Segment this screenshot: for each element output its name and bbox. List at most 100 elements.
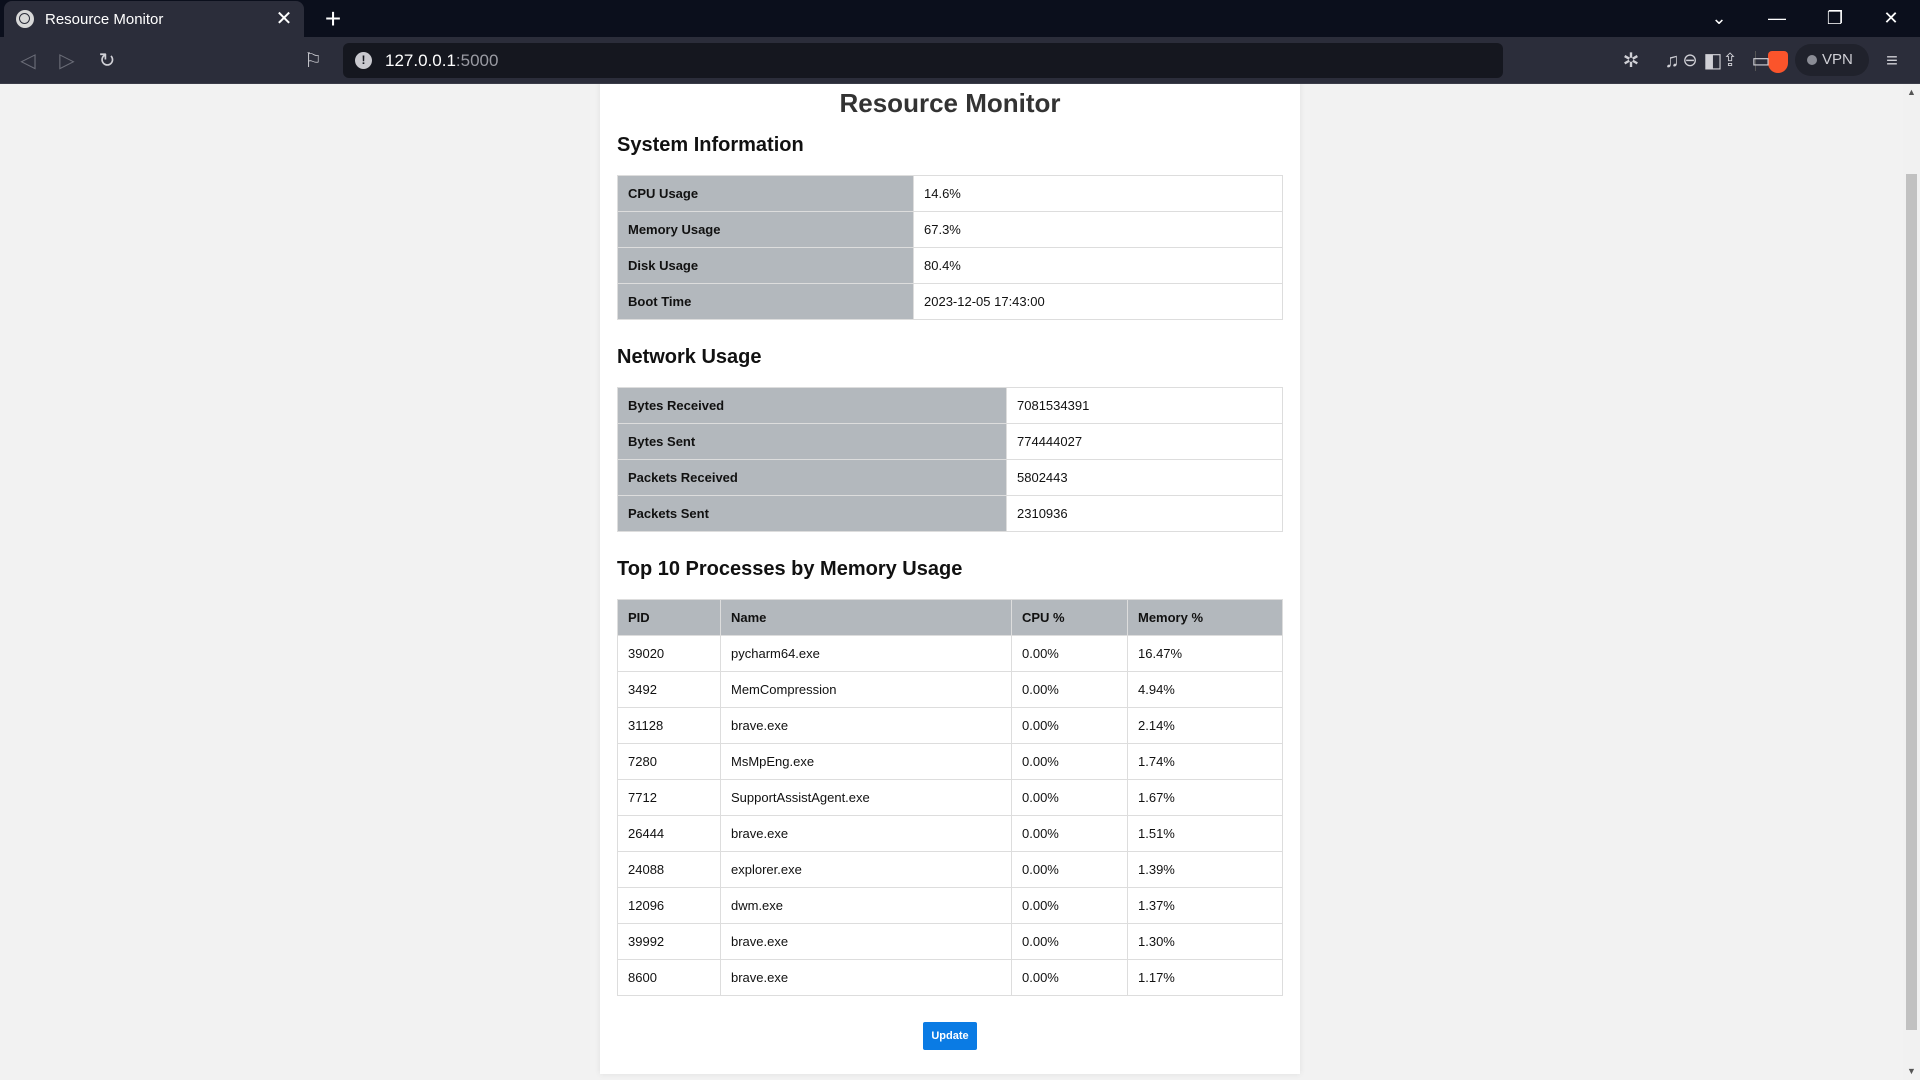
- scroll-down-arrow-icon[interactable]: ▼: [1903, 1063, 1920, 1080]
- table-row: 7712 SupportAssistAgent.exe 0.00% 1.67%: [617, 779, 1283, 816]
- table-key: Boot Time: [617, 283, 914, 320]
- tab-strip: Resource Monitor ✕ + ⌄ — ❐ ✕: [0, 0, 1920, 37]
- pid-cell: 3492: [617, 671, 721, 708]
- tab-search-chevron-icon[interactable]: ⌄: [1690, 0, 1748, 37]
- table-key: CPU Usage: [617, 175, 914, 212]
- pid-cell: 7280: [617, 743, 721, 780]
- table-row: 8600 brave.exe 0.00% 1.17%: [617, 959, 1283, 996]
- name-cell: SupportAssistAgent.exe: [720, 779, 1012, 816]
- page-title: Resource Monitor: [839, 88, 1061, 118]
- restore-button[interactable]: ❐: [1806, 0, 1864, 37]
- name-cell: brave.exe: [720, 959, 1012, 996]
- url-text[interactable]: 127.0.0.1:5000: [385, 51, 498, 71]
- table-row: Packets Sent 2310936: [617, 495, 1283, 532]
- table-value: 774444027: [1006, 423, 1283, 460]
- browser-toolbar: ◁ ▷ ↻ ⚐ ! 127.0.0.1:5000 ⊖ ⇪ ✲ ♫ ◧ ▭ VPN…: [0, 37, 1920, 84]
- memory-cell: 4.94%: [1127, 671, 1283, 708]
- name-cell: dwm.exe: [720, 887, 1012, 924]
- scroll-up-arrow-icon[interactable]: ▲: [1903, 84, 1920, 101]
- table-row: Boot Time 2023-12-05 17:43:00: [617, 283, 1283, 320]
- pid-cell: 39992: [617, 923, 721, 960]
- pid-cell: 12096: [617, 887, 721, 924]
- scrollbar-thumb[interactable]: [1906, 174, 1917, 1030]
- memory-cell: 2.14%: [1127, 707, 1283, 744]
- memory-cell: 1.30%: [1127, 923, 1283, 960]
- vpn-button[interactable]: VPN: [1795, 44, 1869, 76]
- pid-cell: 7712: [617, 779, 721, 816]
- cpu-cell: 0.00%: [1011, 923, 1128, 960]
- table-row: Bytes Sent 774444027: [617, 423, 1283, 460]
- page-viewport: Resource Monitor System Information CPU …: [0, 84, 1920, 1080]
- processes-table-body: 39020 pycharm64.exe 0.00% 16.47% 3492 MemComp…: [617, 635, 1283, 996]
- new-tab-button[interactable]: +: [318, 4, 348, 34]
- table-key: Disk Usage: [617, 247, 914, 284]
- pid-cell: 39020: [617, 635, 721, 672]
- memory-cell: 1.67%: [1127, 779, 1283, 816]
- name-cell: pycharm64.exe: [720, 635, 1012, 672]
- name-cell: explorer.exe: [720, 851, 1012, 888]
- memory-cell: 1.37%: [1127, 887, 1283, 924]
- memory-cell: 16.47%: [1127, 635, 1283, 672]
- site-info-icon[interactable]: !: [355, 52, 372, 69]
- memory-cell: 1.17%: [1127, 959, 1283, 996]
- close-tab-icon[interactable]: ✕: [272, 7, 296, 31]
- forward-arrow-icon[interactable]: ▷: [51, 45, 83, 77]
- url-port: :5000: [455, 51, 499, 70]
- name-cell: MsMpEng.exe: [720, 743, 1012, 780]
- menu-icon[interactable]: ≡: [1876, 45, 1908, 77]
- table-key: Packets Received: [617, 459, 1007, 496]
- reload-icon[interactable]: ↻: [91, 45, 123, 77]
- globe-icon: [16, 10, 34, 28]
- pid-cell: 26444: [617, 815, 721, 852]
- content-card: Resource Monitor System Information CPU …: [600, 84, 1300, 1074]
- table-key: Bytes Sent: [617, 423, 1007, 460]
- processes-table: PID Name CPU % Memory % 39020 pycharm64.e…: [617, 599, 1283, 996]
- memory-cell: 1.39%: [1127, 851, 1283, 888]
- table-value: 80.4%: [913, 247, 1283, 284]
- table-row: 39020 pycharm64.exe 0.00% 16.47%: [617, 635, 1283, 672]
- vpn-label: VPN: [1822, 51, 1853, 68]
- minimize-button[interactable]: —: [1748, 0, 1806, 37]
- wallet-icon[interactable]: ▭: [1745, 45, 1777, 77]
- table-key: Bytes Received: [617, 387, 1007, 424]
- close-window-button[interactable]: ✕: [1862, 0, 1920, 37]
- address-bar[interactable]: ! 127.0.0.1:5000 ⊖ ⇪: [343, 43, 1832, 78]
- table-row: 39992 brave.exe 0.00% 1.30%: [617, 923, 1283, 960]
- table-key: Packets Sent: [617, 495, 1007, 532]
- table-row: Memory Usage 67.3%: [617, 211, 1283, 248]
- vertical-scrollbar[interactable]: ▲ ▼: [1903, 84, 1920, 1080]
- update-wrapper: Update: [617, 1022, 1283, 1050]
- extensions-icon[interactable]: ✲: [1615, 45, 1647, 77]
- cpu-cell: 0.00%: [1011, 635, 1128, 672]
- table-row: Packets Received 5802443: [617, 459, 1283, 496]
- cpu-cell: 0.00%: [1011, 887, 1128, 924]
- column-header-name: Name: [720, 599, 1012, 636]
- table-value: 7081534391: [1006, 387, 1283, 424]
- vpn-status-icon: [1807, 55, 1817, 65]
- browser-tab[interactable]: Resource Monitor ✕: [4, 1, 304, 37]
- cpu-cell: 0.00%: [1011, 779, 1128, 816]
- name-cell: MemCompression: [720, 671, 1012, 708]
- cpu-cell: 0.00%: [1011, 743, 1128, 780]
- table-row: Bytes Received 7081534391: [617, 387, 1283, 424]
- back-arrow-icon[interactable]: ◁: [12, 45, 44, 77]
- bookmark-icon[interactable]: ⚐: [297, 45, 329, 77]
- column-header-pid: PID: [617, 599, 721, 636]
- table-row: Disk Usage 80.4%: [617, 247, 1283, 284]
- table-value: 5802443: [1006, 459, 1283, 496]
- table-row: 3492 MemCompression 0.00% 4.94%: [617, 671, 1283, 708]
- sidebar-toggle-icon[interactable]: ◧: [1697, 45, 1729, 77]
- name-cell: brave.exe: [720, 707, 1012, 744]
- memory-cell: 1.51%: [1127, 815, 1283, 852]
- system-info-heading: System Information: [617, 134, 804, 156]
- url-host: 127.0.0.1: [385, 51, 456, 70]
- cpu-cell: 0.00%: [1011, 671, 1128, 708]
- table-value: 14.6%: [913, 175, 1283, 212]
- media-icon[interactable]: ♫: [1656, 45, 1688, 77]
- table-value: 2023-12-05 17:43:00: [913, 283, 1283, 320]
- table-row: 12096 dwm.exe 0.00% 1.37%: [617, 887, 1283, 924]
- column-header-memory: Memory %: [1127, 599, 1283, 636]
- update-button[interactable]: Update: [923, 1022, 977, 1050]
- table-value: 67.3%: [913, 211, 1283, 248]
- table-row: 31128 brave.exe 0.00% 2.14%: [617, 707, 1283, 744]
